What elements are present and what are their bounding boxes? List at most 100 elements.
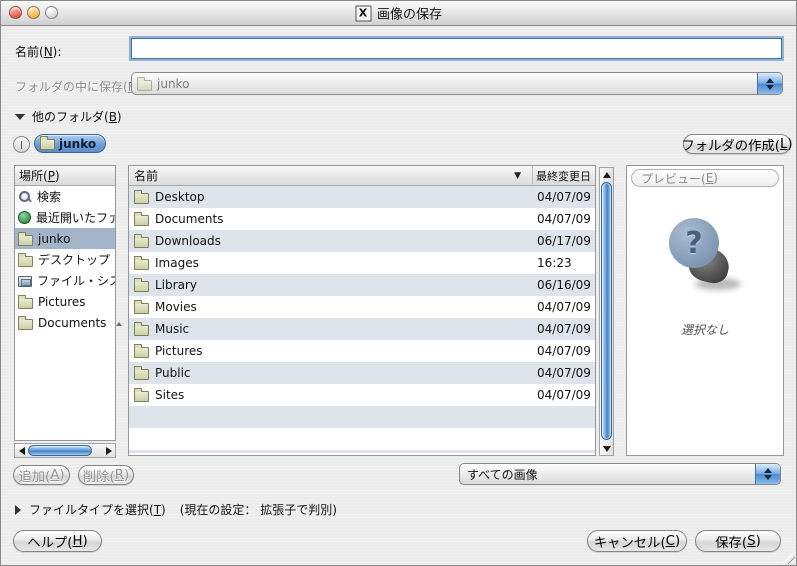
file-row[interactable]: Images 16:23 bbox=[129, 252, 595, 274]
file-list-vertical-scrollbar[interactable] bbox=[599, 167, 614, 456]
folder-icon bbox=[137, 80, 152, 91]
folder-icon bbox=[134, 237, 149, 248]
expander-closed-icon bbox=[15, 505, 21, 515]
scrollbar-thumb[interactable] bbox=[28, 445, 92, 456]
file-modified-date: 06/16/09 bbox=[533, 278, 595, 292]
filter-value: すべての画像 bbox=[467, 466, 538, 483]
file-list-body: Desktop 04/07/09 Documents 04/07/09 Down… bbox=[129, 186, 595, 406]
create-folder-button[interactable]: フォルダの作成(L) bbox=[683, 134, 791, 154]
folder-icon bbox=[134, 303, 149, 314]
x11-app-icon: X bbox=[355, 5, 371, 21]
other-folders-label: 他のフォルダ(B) bbox=[32, 108, 122, 125]
sidebar-place-item[interactable]: 検索 bbox=[15, 186, 115, 207]
pathbar-junko-button[interactable]: junko bbox=[34, 134, 106, 153]
window-title: 画像の保存 bbox=[377, 4, 442, 23]
sidebar-place-item[interactable]: デスクトップ bbox=[15, 249, 115, 270]
titlebar[interactable]: X 画像の保存 bbox=[1, 1, 796, 26]
save-button[interactable]: 保存(S) bbox=[695, 530, 781, 552]
file-row[interactable]: Music 04/07/09 bbox=[129, 318, 595, 340]
path-scroll-button[interactable] bbox=[13, 136, 30, 153]
folder-icon bbox=[134, 391, 149, 402]
file-name: Library bbox=[155, 278, 197, 292]
window-title-group: X 画像の保存 bbox=[355, 4, 442, 23]
pane-splitter-grip[interactable] bbox=[115, 320, 123, 328]
file-name: Movies bbox=[155, 300, 197, 314]
filename-input[interactable] bbox=[131, 38, 782, 59]
close-button[interactable] bbox=[9, 6, 22, 19]
file-row[interactable]: Downloads 06/17/09 bbox=[129, 230, 595, 252]
folder-icon bbox=[134, 347, 149, 358]
folder-icon bbox=[18, 256, 33, 267]
column-header-modified[interactable]: 最終変更日 bbox=[533, 166, 595, 186]
file-row[interactable]: Public 04/07/09 bbox=[129, 362, 595, 384]
no-selection-text: 選択なし bbox=[627, 321, 783, 338]
sidebar-place-item[interactable]: 最近開いたファイ. bbox=[15, 207, 115, 228]
scroll-up-icon[interactable] bbox=[600, 168, 613, 181]
preview-label: プレビュー(E) bbox=[631, 169, 779, 187]
file-type-label: ファイルタイプを選択(T) bbox=[29, 501, 166, 518]
column-header-name[interactable]: 名前 ▼ bbox=[129, 166, 533, 186]
save-in-folder-dropdown[interactable]: junko bbox=[131, 72, 783, 95]
file-modified-date: 04/07/09 bbox=[533, 190, 595, 204]
file-modified-date: 04/07/09 bbox=[533, 366, 595, 380]
remove-place-button[interactable]: 削除(R) bbox=[78, 465, 134, 485]
dropdown-arrows-icon bbox=[757, 73, 782, 94]
file-name: Downloads bbox=[155, 234, 221, 248]
file-type-filter-dropdown[interactable]: すべての画像 bbox=[459, 463, 781, 485]
scrollbar-thumb[interactable] bbox=[601, 182, 612, 440]
file-type-note: (現在の設定： 拡張子で判別) bbox=[180, 501, 337, 518]
file-name: Documents bbox=[155, 212, 223, 226]
sidebar-place-item[interactable]: junko bbox=[15, 228, 115, 249]
minimize-button[interactable] bbox=[27, 6, 40, 19]
folder-icon bbox=[134, 369, 149, 380]
file-list-empty-area bbox=[129, 406, 595, 453]
expander-open-icon bbox=[15, 114, 25, 120]
file-modified-date: 04/07/09 bbox=[533, 344, 595, 358]
sidebar-place-item[interactable]: Pictures bbox=[15, 291, 115, 312]
folder-icon bbox=[18, 298, 33, 309]
file-modified-date: 06/17/09 bbox=[533, 234, 595, 248]
folder-icon bbox=[134, 281, 149, 292]
file-name: Images bbox=[155, 256, 199, 270]
file-type-expander[interactable]: ファイルタイプを選択(T) (現在の設定： 拡張子で判別) bbox=[15, 501, 337, 518]
file-row[interactable]: Documents 04/07/09 bbox=[129, 208, 595, 230]
folder-icon bbox=[134, 325, 149, 336]
scroll-left-icon[interactable] bbox=[15, 444, 28, 457]
places-panel: 場所(P) 検索 最近開いたファイ. junko デスクトップ ファイル・システ… bbox=[14, 165, 116, 441]
window-resize-grip[interactable] bbox=[782, 551, 795, 564]
add-place-button[interactable]: 追加(A) bbox=[13, 465, 70, 485]
file-name: Public bbox=[155, 366, 191, 380]
file-modified-date: 16:23 bbox=[533, 256, 595, 270]
save-in-value: junko bbox=[157, 77, 189, 91]
places-horizontal-scrollbar[interactable] bbox=[14, 443, 116, 458]
pathbar-current-label: junko bbox=[59, 137, 96, 151]
other-folders-expander[interactable]: 他のフォルダ(B) bbox=[15, 108, 122, 125]
file-row[interactable]: Library 06/16/09 bbox=[129, 274, 595, 296]
folder-icon bbox=[134, 259, 149, 270]
sidebar-place-item[interactable]: Documents bbox=[15, 312, 115, 333]
cancel-button[interactable]: キャンセル(C) bbox=[587, 530, 687, 552]
scroll-right-icon[interactable] bbox=[102, 444, 115, 457]
folder-icon bbox=[134, 193, 149, 204]
scroll-down-icon[interactable] bbox=[600, 442, 613, 455]
file-name: Pictures bbox=[155, 344, 203, 358]
places-header[interactable]: 場所(P) bbox=[15, 166, 115, 186]
file-name: Sites bbox=[155, 388, 184, 402]
folder-icon bbox=[40, 139, 55, 150]
folder-icon bbox=[134, 215, 149, 226]
file-row[interactable]: Movies 04/07/09 bbox=[129, 296, 595, 318]
file-list-panel: 名前 ▼ 最終変更日 Desktop 04/07/09 Documents 04… bbox=[128, 165, 596, 456]
file-row[interactable]: Pictures 04/07/09 bbox=[129, 340, 595, 362]
zoom-button[interactable] bbox=[45, 6, 58, 19]
folder-icon bbox=[18, 319, 33, 330]
file-list-header: 名前 ▼ 最終変更日 bbox=[129, 166, 595, 186]
sidebar-place-item[interactable]: ファイル・システ. bbox=[15, 270, 115, 291]
dropdown-arrows-icon bbox=[755, 464, 780, 484]
file-row[interactable]: Sites 04/07/09 bbox=[129, 384, 595, 406]
name-label: 名前(N): bbox=[15, 43, 61, 60]
places-list: 検索 最近開いたファイ. junko デスクトップ ファイル・システ. Pict… bbox=[15, 186, 115, 333]
file-row[interactable]: Desktop 04/07/09 bbox=[129, 186, 595, 208]
help-button[interactable]: ヘルプ(H) bbox=[13, 530, 102, 552]
window-controls bbox=[9, 6, 58, 19]
file-modified-date: 04/07/09 bbox=[533, 300, 595, 314]
